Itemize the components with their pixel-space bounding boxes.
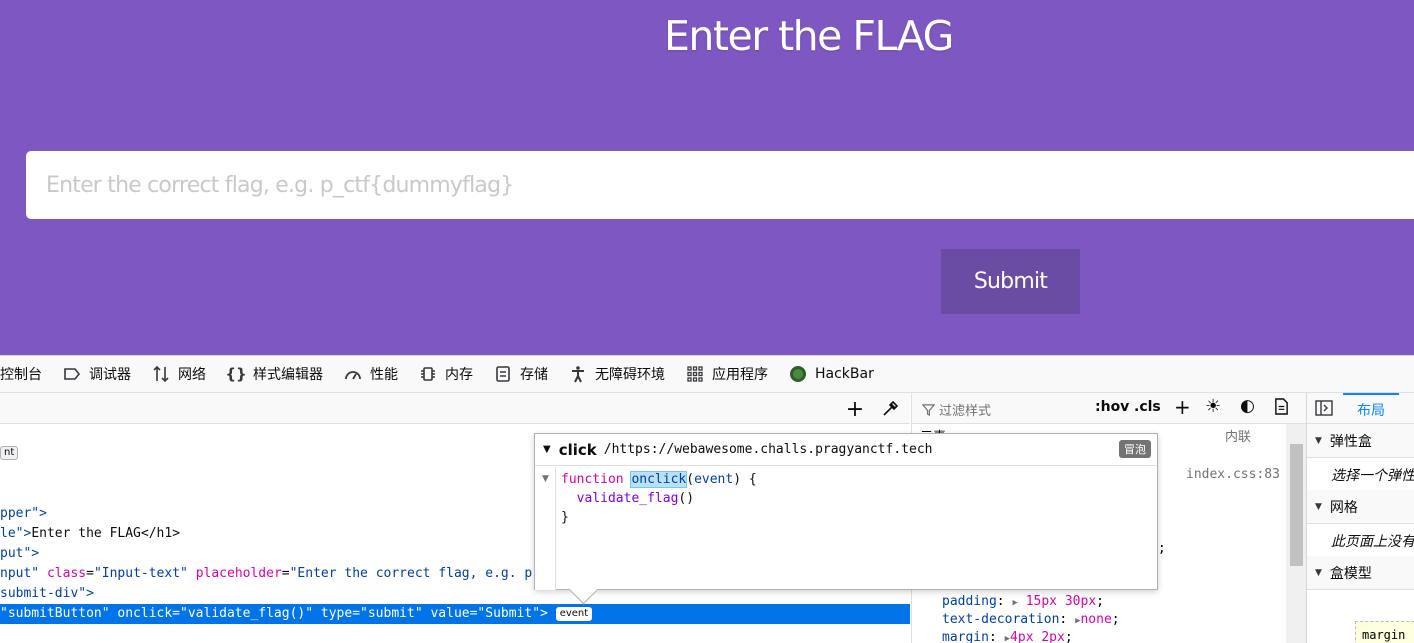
toggle-sidebar-icon[interactable] — [1315, 400, 1333, 420]
tab-debugger[interactable]: 调试器 — [52, 356, 141, 392]
filter-icon — [922, 404, 935, 416]
source-link[interactable]: index.css:83 — [1186, 467, 1280, 482]
layout-toolbar: 布局 — [1307, 393, 1414, 424]
markup-line[interactable]: le">Enter the FLAG</h1> — [0, 524, 180, 544]
tab-label: 样式编辑器 — [253, 367, 323, 383]
flag-input[interactable] — [26, 151, 1414, 219]
add-node-icon[interactable]: + — [844, 397, 866, 422]
tab-label: 存储 — [520, 367, 548, 383]
markup-text: submit-div"> — [0, 586, 94, 601]
markup-text: le"> — [0, 526, 32, 541]
tab-label: 内存 — [445, 367, 473, 383]
tab-layout[interactable]: 布局 — [1343, 393, 1399, 424]
css-property[interactable]: margin: ▶4px 2px; — [942, 630, 1073, 643]
tab-accessibility[interactable]: 无障碍环境 — [558, 356, 675, 392]
selected-markup-line[interactable]: "submitButton" onclick="validate_flag()"… — [0, 604, 910, 624]
tab-console[interactable]: 控制台 — [0, 356, 52, 392]
tab-label: 性能 — [370, 367, 398, 383]
function-call: validate_flag — [576, 491, 679, 506]
event-origin[interactable]: /https://webawesome.challs.pragyanctf.te… — [604, 442, 933, 457]
markup-text: nput" — [0, 566, 40, 581]
tab-storage[interactable]: 存储 — [483, 356, 558, 392]
hackbar-icon — [788, 364, 808, 384]
markup-line[interactable]: nt — [0, 443, 19, 463]
code-gutter — [535, 467, 556, 590]
layout-pane: 布局 ▼ 弹性盒 选择一个弹性 ▼ 网格 此页面上没有 ▼ 盒模型 margin — [1306, 393, 1414, 643]
network-icon — [151, 364, 171, 384]
memory-icon — [418, 364, 438, 384]
inspector-toolbar: + — [0, 393, 910, 424]
css-property[interactable]: padding: ▶ 15px 30px; — [942, 594, 1104, 609]
function-name: onclick — [630, 471, 688, 488]
markup-text: put"> — [0, 546, 40, 561]
section-grid[interactable]: ▼ 网格 — [1307, 490, 1414, 524]
tab-network[interactable]: 网络 — [141, 356, 216, 392]
markup-value: "Enter the correct flag, e.g. p — [289, 566, 533, 581]
eyedropper-icon[interactable] — [879, 398, 901, 420]
markup-attr: placeholder — [195, 566, 282, 581]
rules-scrollbar[interactable] — [1286, 424, 1306, 643]
tab-application[interactable]: 应用程序 — [675, 356, 778, 392]
collapse-icon[interactable]: ▼ — [543, 444, 551, 455]
markup-text: "submitButton" onclick="validate_flag()"… — [0, 606, 548, 621]
markup-text: </h1> — [140, 526, 181, 541]
filter-placeholder: 过滤样式 — [939, 404, 992, 419]
add-rule-icon[interactable]: + — [1174, 395, 1191, 419]
event-type: click — [558, 440, 597, 459]
storage-icon — [493, 364, 513, 384]
performance-icon — [343, 364, 363, 384]
tab-label: 应用程序 — [712, 367, 768, 383]
markup-line[interactable]: nput" class="Input-text" placeholder="En… — [0, 564, 532, 584]
markup-text: Enter the FLAG — [31, 526, 141, 541]
fold-icon[interactable]: ▼ — [542, 474, 549, 484]
bubble-badge: 冒泡 — [1119, 440, 1151, 458]
markup-line[interactable]: pper"> — [0, 504, 47, 524]
accessibility-icon — [568, 364, 588, 384]
tab-memory[interactable]: 内存 — [408, 356, 483, 392]
section-flexbox[interactable]: ▼ 弹性盒 — [1307, 424, 1414, 458]
tab-label: HackBar — [815, 366, 874, 382]
event-badge[interactable]: nt — [0, 445, 19, 460]
cls-button[interactable]: .cls — [1134, 399, 1161, 415]
style-editor-icon: {} — [225, 365, 247, 383]
tab-label: 调试器 — [89, 367, 131, 383]
page-title: Enter the FLAG — [664, 12, 954, 60]
devtools-toolbar: 控制台 调试器 网络 {} 样式编辑器 性能 内存 存储 无障碍环境 应用程序 … — [0, 355, 1414, 393]
event-badge[interactable]: event — [555, 606, 593, 621]
light-theme-icon[interactable]: ☀ — [1205, 396, 1221, 417]
tab-label: 无障碍环境 — [595, 367, 665, 383]
markup-line[interactable]: submit-div"> — [0, 584, 94, 604]
markup-value: "Input-text" — [93, 566, 188, 581]
hov-button[interactable]: :hov — [1095, 399, 1129, 415]
tab-label: 网络 — [178, 367, 206, 383]
inline-label: 内联 — [1225, 430, 1252, 445]
box-model-margin: margin — [1355, 621, 1414, 643]
debugger-icon — [62, 364, 82, 384]
filter-styles[interactable]: 过滤样式 — [922, 400, 991, 419]
dark-theme-icon[interactable]: ◐ — [1240, 396, 1255, 416]
grid-note: 此页面上没有 — [1331, 534, 1414, 550]
tab-performance[interactable]: 性能 — [333, 356, 408, 392]
section-box-model[interactable]: ▼ 盒模型 — [1307, 556, 1414, 590]
markup-text: pper"> — [0, 506, 47, 521]
tab-label: 控制台 — [0, 367, 42, 383]
markup-attr: class — [46, 566, 87, 581]
markup-line[interactable]: put"> — [0, 544, 39, 564]
tab-style-editor[interactable]: {} 样式编辑器 — [216, 356, 333, 392]
page-area: Enter the FLAG Submit — [0, 0, 1414, 355]
submit-button[interactable]: Submit — [941, 249, 1080, 314]
handler-code: function onclick(event) { validate_flag(… — [561, 471, 757, 525]
print-media-icon[interactable] — [1274, 398, 1289, 419]
event-tooltip: ▼ click /https://webawesome.challs.pragy… — [534, 433, 1158, 590]
scrollbar-thumb[interactable] — [1290, 444, 1303, 566]
rules-toolbar: 过滤样式 :hov .cls + ☀ ◐ — [912, 393, 1306, 424]
application-icon — [685, 364, 705, 384]
css-property[interactable]: text-decoration: ▶none; — [942, 612, 1120, 627]
flexbox-note: 选择一个弹性 — [1331, 468, 1414, 484]
tab-hackbar[interactable]: HackBar — [778, 356, 884, 392]
tooltip-header[interactable]: ▼ click /https://webawesome.challs.pragy… — [535, 434, 1157, 466]
